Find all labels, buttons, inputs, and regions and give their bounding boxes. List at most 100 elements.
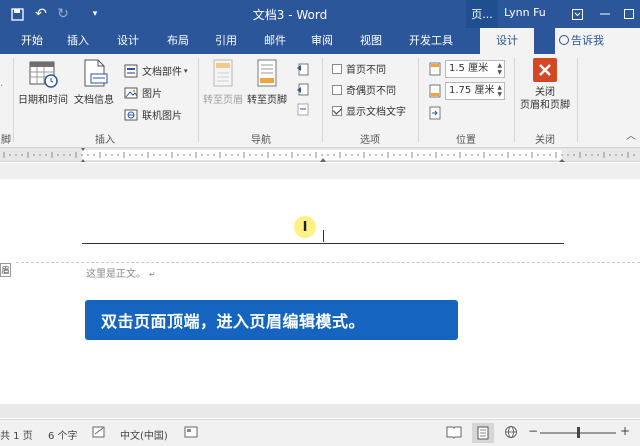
user-name[interactable]: Lynn Fu [504, 6, 546, 19]
divider [418, 58, 419, 142]
page-count[interactable]: 共 1 页 [0, 427, 33, 442]
status-bar: 共 1 页 6 个字 中文(中国) − + [0, 419, 640, 446]
footer-position-input[interactable]: 1.75 厘米 ▲ ▼ [445, 82, 505, 100]
page-gap-bottom [0, 404, 640, 418]
next-section-button[interactable] [296, 80, 310, 97]
header-position-input[interactable]: 1.5 厘米 ▲ ▼ [445, 60, 505, 78]
title-bar: ↶ ↻ ▾ 文档3 - Word 页... Lynn Fu [0, 0, 640, 28]
body-text[interactable]: 这里是正文。 ↵ [86, 265, 156, 280]
tab-header-footer-design[interactable]: 设计 [480, 28, 534, 54]
ruler-ticks [3, 148, 635, 162]
divider [514, 58, 515, 142]
previous-section-button[interactable] [296, 60, 310, 77]
document-parts-icon [124, 64, 138, 77]
tab-design[interactable]: 设计 [108, 28, 148, 54]
collapse-ribbon-icon[interactable]: ︿ [626, 126, 636, 143]
zoom-in-button[interactable]: + [620, 424, 630, 438]
alignment-tab-icon [429, 106, 441, 119]
divider [198, 58, 199, 142]
ribbon-display-options-icon[interactable] [566, 3, 588, 25]
text-cursor-highlight-icon: I [294, 216, 316, 238]
tab-references[interactable]: 引用 [206, 28, 246, 54]
link-icon [297, 103, 309, 115]
instruction-banner: 双击页面顶端，进入页眉编辑模式。 [85, 300, 458, 340]
online-picture-button[interactable]: 联机图片 [124, 106, 182, 123]
footer-position-spinner[interactable]: 1.75 厘米 ▲ ▼ [428, 82, 505, 100]
zoom-slider-thumb[interactable] [577, 427, 580, 438]
close-label-line1: 关闭 [535, 87, 555, 98]
show-document-text-label: 显示文档文字 [346, 107, 406, 118]
print-layout-icon[interactable] [472, 423, 494, 443]
paragraph-mark: ↵ [149, 270, 156, 279]
divider [577, 58, 578, 142]
position-group-label: 位置 [456, 135, 476, 146]
picture-button[interactable]: 图片 [124, 84, 162, 101]
tab-insert[interactable]: 插入 [58, 28, 98, 54]
close-label-line2: 页眉和页脚 [520, 100, 570, 111]
footer-position-icon [429, 84, 441, 98]
insert-group-label: 插入 [95, 135, 115, 146]
macro-record-icon[interactable] [184, 425, 198, 442]
document-page[interactable] [0, 163, 640, 419]
navigation-group-label: 导航 [251, 135, 271, 146]
picture-icon [124, 87, 138, 98]
goto-header-button[interactable]: 转至页眉 [201, 58, 245, 124]
tab-mailings[interactable]: 邮件 [255, 28, 295, 54]
date-time-button[interactable]: 日期和时间 [17, 58, 69, 124]
header-position-value: 1.5 厘米 [449, 63, 489, 74]
odd-even-different-label: 奇偶页不同 [346, 86, 396, 97]
show-document-text-checkbox[interactable]: 显示文档文字 [332, 102, 406, 119]
document-parts-button[interactable]: 文档部件 ▾ [124, 62, 188, 79]
header-position-icon [429, 62, 441, 76]
word-count[interactable]: 6 个字 [48, 427, 78, 442]
header-border-line [82, 243, 564, 244]
ribbon-tab-bar: 开始 插入 设计 布局 引用 邮件 审阅 视图 开发工具 设计 告诉我 [0, 28, 640, 54]
goto-header-icon [213, 59, 233, 87]
close-header-footer-button[interactable]: 关闭 页眉和页脚 [516, 58, 574, 124]
read-mode-icon[interactable] [446, 425, 462, 442]
first-page-different-checkbox[interactable]: 首页不同 [332, 60, 386, 77]
calendar-icon [29, 61, 58, 88]
proofing-icon[interactable] [92, 425, 106, 442]
dropdown-arrow-icon: ▾ [184, 66, 188, 75]
tell-me-search[interactable]: 告诉我 [555, 28, 640, 54]
odd-even-different-checkbox[interactable]: 奇偶页不同 [332, 81, 396, 98]
picture-label: 图片 [142, 89, 162, 100]
first-page-different-label: 首页不同 [346, 65, 386, 76]
horizontal-ruler[interactable] [0, 148, 640, 162]
web-layout-icon[interactable] [504, 425, 518, 442]
ribbon: · 脚 日期和时间 文档信息 文档部件 ▾ 图片 联机图片 插入 转至页眉 转至… [0, 54, 640, 148]
tab-review[interactable]: 审阅 [302, 28, 342, 54]
maximize-icon[interactable] [618, 3, 640, 25]
link-to-previous-button[interactable] [296, 100, 310, 117]
zoom-out-button[interactable]: − [528, 424, 538, 438]
close-group-label: 关闭 [535, 135, 555, 146]
tab-home[interactable]: 开始 [12, 28, 52, 54]
next-section-icon [297, 83, 309, 95]
header-boundary-line [16, 262, 640, 263]
document-info-button[interactable]: 文档信息 [72, 58, 116, 124]
minimize-icon[interactable] [594, 3, 616, 25]
language-indicator[interactable]: 中文(中国) [120, 427, 168, 442]
online-picture-label: 联机图片 [142, 111, 182, 122]
insert-alignment-tab-button[interactable] [428, 104, 442, 121]
options-group-label: 选项 [360, 135, 380, 146]
tab-layout[interactable]: 布局 [158, 28, 198, 54]
tell-me-label: 告诉我 [571, 34, 604, 47]
close-icon [533, 58, 557, 82]
document-info-label: 文档信息 [74, 95, 114, 106]
tab-view[interactable]: 视图 [351, 28, 391, 54]
spin-arrows-icon[interactable]: ▲ ▼ [497, 84, 502, 98]
header-position-spinner[interactable]: 1.5 厘米 ▲ ▼ [428, 60, 505, 78]
footer-position-value: 1.75 厘米 [449, 85, 495, 96]
document-info-icon [84, 59, 108, 87]
header-tag: 眉 [0, 263, 11, 277]
spin-arrows-icon[interactable]: ▲ ▼ [497, 62, 502, 76]
left-scroll-icon[interactable]: · [0, 78, 10, 95]
goto-footer-button[interactable]: 转至页脚 [245, 58, 289, 124]
goto-footer-label: 转至页脚 [247, 95, 287, 106]
context-tab-header-footer-tools[interactable]: 页... [466, 0, 498, 28]
checkbox-icon [332, 63, 342, 74]
body-text-content: 这里是正文。 [86, 269, 146, 280]
tab-developer[interactable]: 开发工具 [403, 28, 459, 54]
